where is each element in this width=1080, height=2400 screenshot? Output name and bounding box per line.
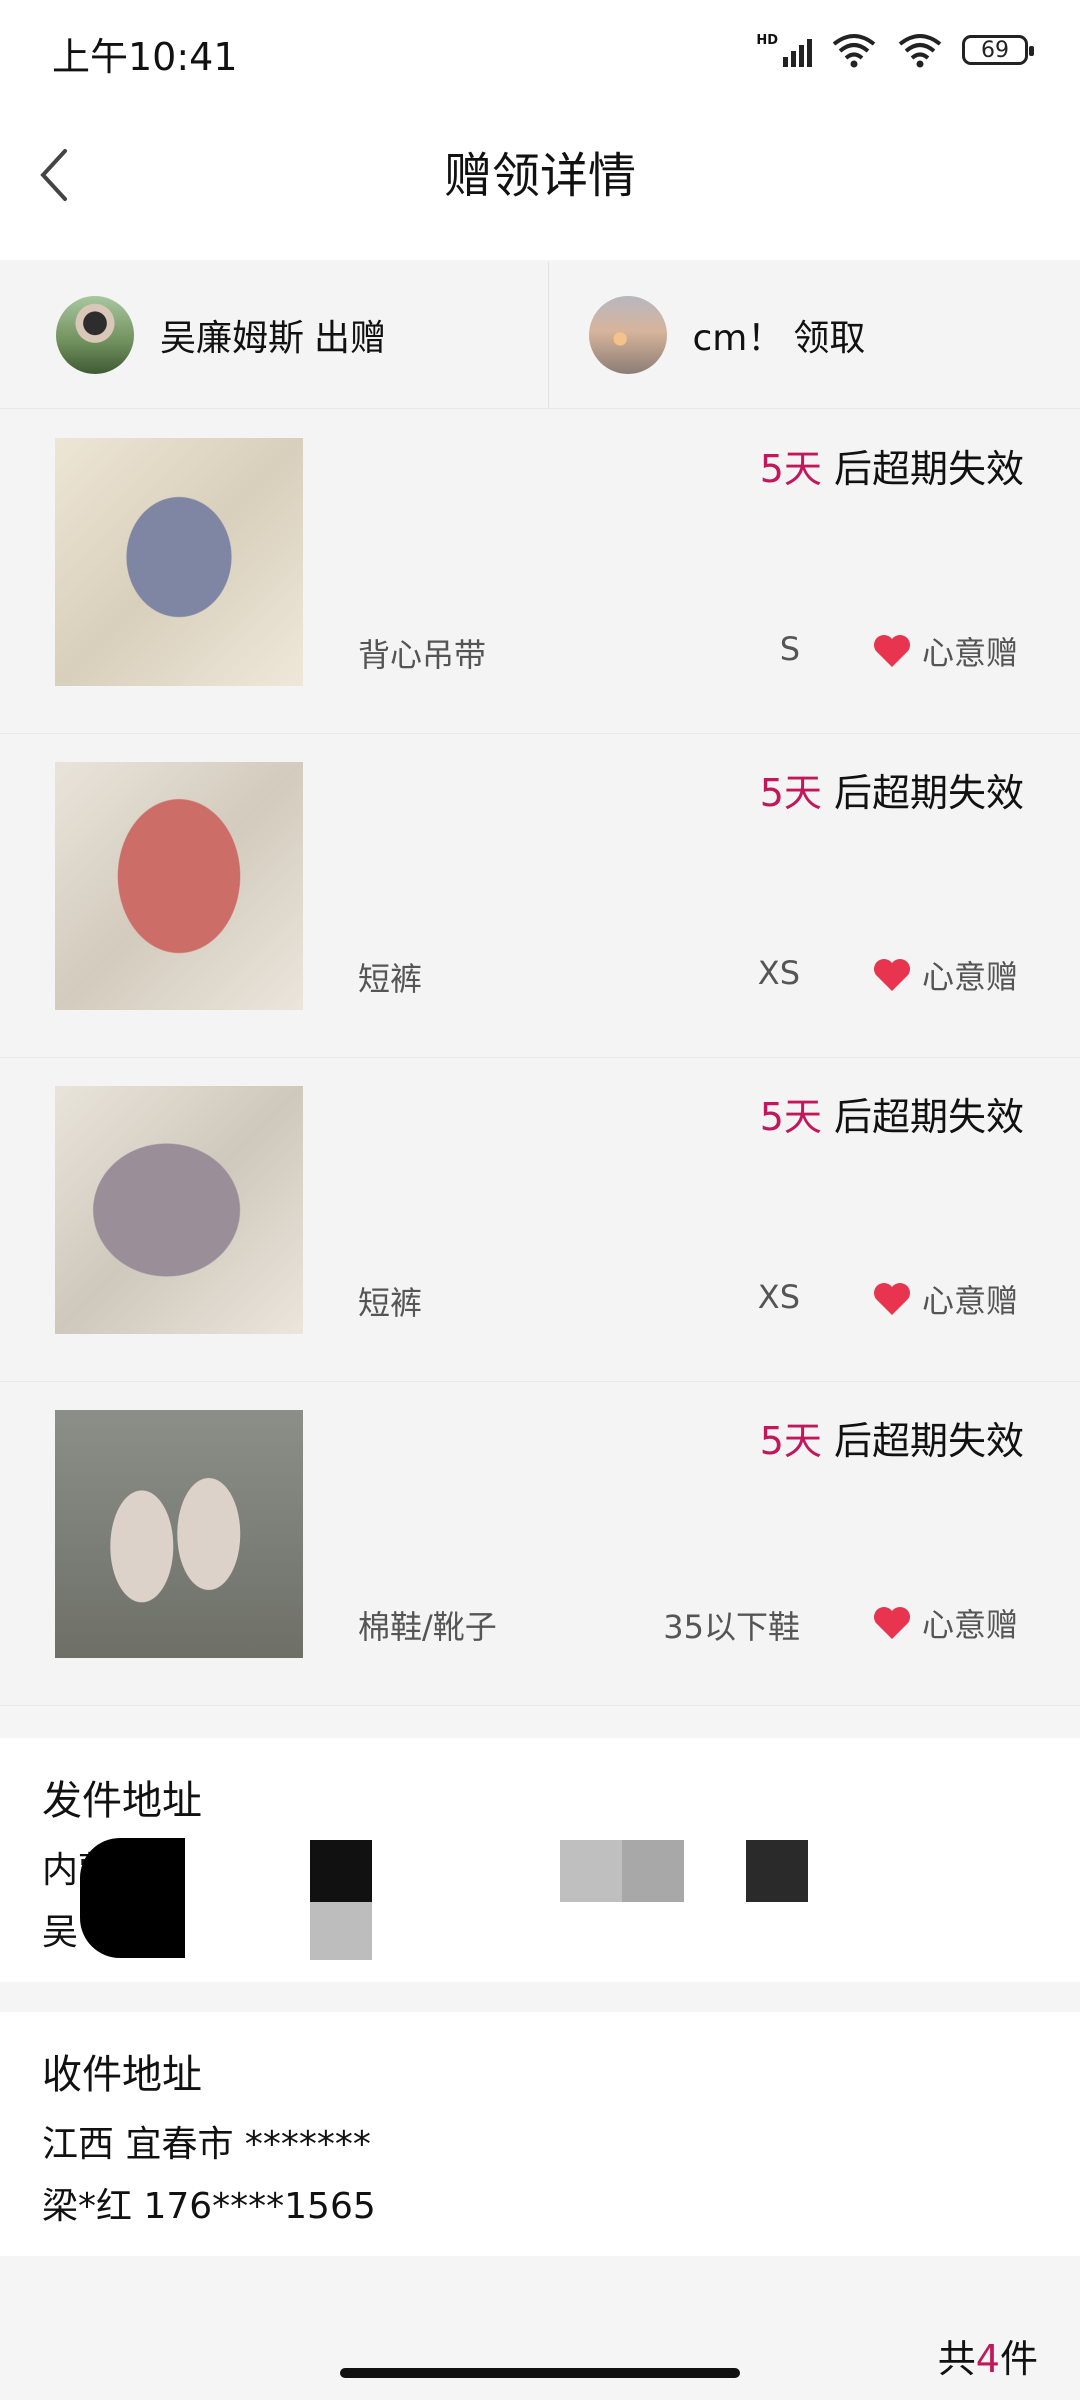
item-size: 35以下鞋 bbox=[663, 1608, 800, 1646]
hd-signal-icon: HD bbox=[756, 33, 812, 67]
send-address-line2: 吴 bbox=[42, 1912, 79, 1953]
status-time: 上午10:41 bbox=[52, 35, 238, 79]
list-item[interactable]: 5天 后超期失效 短裤 XS 心意赠 bbox=[0, 734, 1080, 1058]
expire-text: 后超期失效 bbox=[833, 771, 1024, 815]
expire-days: 5天 bbox=[759, 771, 822, 815]
gift-tag: 心意赠 bbox=[872, 628, 1018, 674]
expire-text: 后超期失效 bbox=[833, 1419, 1024, 1463]
giver-label: 吴廉姆斯 出赠 bbox=[160, 309, 386, 361]
item-count: 共4件 bbox=[938, 2328, 1038, 2383]
gift-tag-label: 心意赠 bbox=[921, 634, 1018, 672]
battery-level: 69 bbox=[981, 37, 1009, 63]
count-number: 4 bbox=[975, 2337, 1000, 2381]
item-name: 背心吊带 bbox=[358, 636, 487, 674]
send-address-heading: 发件地址 bbox=[42, 1778, 202, 1824]
gift-tag: 心意赠 bbox=[872, 1600, 1018, 1646]
gift-tag-label: 心意赠 bbox=[921, 958, 1018, 996]
list-item[interactable]: 5天 后超期失效 短裤 XS 心意赠 bbox=[0, 1058, 1080, 1382]
receive-address-heading: 收件地址 bbox=[42, 2052, 202, 2098]
expire-note: 5天 后超期失效 bbox=[760, 438, 1024, 493]
expire-note: 5天 后超期失效 bbox=[760, 762, 1024, 817]
gift-tag: 心意赠 bbox=[872, 1276, 1018, 1322]
item-size: XS bbox=[757, 954, 800, 992]
gift-tag: 心意赠 bbox=[872, 952, 1018, 998]
giver-action: 出赠 bbox=[314, 318, 387, 359]
item-photo[interactable] bbox=[55, 762, 303, 1010]
expire-text: 后超期失效 bbox=[833, 447, 1024, 491]
redaction-block bbox=[746, 1840, 808, 1902]
item-name: 棉鞋/靴子 bbox=[358, 1608, 497, 1646]
status-icons: HD 69 bbox=[756, 28, 1034, 72]
redaction-block bbox=[560, 1840, 622, 1902]
gift-tag-label: 心意赠 bbox=[921, 1606, 1018, 1644]
item-list: 5天 后超期失效 背心吊带 S 心意赠 5天 后超期失效 短裤 XS 心意赠 5… bbox=[0, 410, 1080, 1706]
send-address-card: 发件地址 内蒙古 吴 bbox=[0, 1738, 1080, 1982]
status-bar: 上午10:41 HD 69 bbox=[0, 0, 1080, 100]
expire-days: 5天 bbox=[759, 1095, 822, 1139]
expire-note: 5天 后超期失效 bbox=[760, 1410, 1024, 1465]
item-photo[interactable] bbox=[55, 1086, 303, 1334]
redaction-block bbox=[80, 1838, 185, 1958]
giver-name: 吴廉姆斯 bbox=[160, 318, 305, 359]
count-suffix: 件 bbox=[999, 2337, 1038, 2381]
receive-address-card: 收件地址 江西 宜春市 ******* 梁*红 176****1565 bbox=[0, 2012, 1080, 2256]
heart-icon bbox=[873, 1283, 910, 1315]
item-name: 短裤 bbox=[358, 960, 423, 998]
heart-icon bbox=[873, 959, 910, 991]
gift-tag-label: 心意赠 bbox=[921, 1282, 1018, 1320]
nav-bar: 赠领详情 bbox=[0, 100, 1080, 260]
redaction-block bbox=[622, 1840, 684, 1902]
receiver-avatar bbox=[588, 296, 667, 374]
item-size: S bbox=[779, 630, 800, 668]
participants-row: 吴廉姆斯 出赠 cm！ 领取 bbox=[0, 262, 1080, 409]
page-title: 赠领详情 bbox=[443, 148, 636, 204]
send-address-line1: 内蒙古 bbox=[42, 1840, 1038, 1902]
item-photo[interactable] bbox=[55, 1410, 303, 1658]
expire-days: 5天 bbox=[759, 1419, 822, 1463]
receive-address-line1: 江西 宜春市 ******* bbox=[42, 2124, 371, 2165]
redaction-block bbox=[310, 1902, 372, 1960]
expire-text: 后超期失效 bbox=[833, 1095, 1024, 1139]
list-item[interactable]: 5天 后超期失效 棉鞋/靴子 35以下鞋 心意赠 bbox=[0, 1382, 1080, 1706]
giver-avatar bbox=[56, 296, 134, 374]
expire-days: 5天 bbox=[759, 447, 822, 491]
list-item[interactable]: 5天 后超期失效 背心吊带 S 心意赠 bbox=[0, 410, 1080, 734]
home-indicator[interactable] bbox=[340, 2368, 740, 2378]
battery-icon: 69 bbox=[962, 35, 1034, 65]
item-size: XS bbox=[757, 1278, 800, 1316]
receiver-label: cm！ 领取 bbox=[693, 309, 866, 361]
wifi-icon bbox=[832, 34, 876, 68]
receiver-action: 领取 bbox=[793, 318, 866, 359]
hd-label: HD bbox=[756, 33, 778, 48]
item-name: 短裤 bbox=[358, 1284, 423, 1322]
heart-icon bbox=[873, 1607, 910, 1639]
heart-icon bbox=[873, 635, 910, 667]
item-photo[interactable] bbox=[55, 438, 303, 686]
receive-address-line2: 梁*红 176****1565 bbox=[42, 2186, 376, 2227]
redaction-block bbox=[310, 1840, 372, 1902]
giver[interactable]: 吴廉姆斯 出赠 bbox=[0, 262, 548, 408]
count-prefix: 共 bbox=[937, 2337, 976, 2381]
receiver[interactable]: cm！ 领取 bbox=[547, 262, 1080, 408]
expire-note: 5天 后超期失效 bbox=[760, 1086, 1024, 1141]
wifi-icon-2 bbox=[898, 34, 942, 68]
receiver-name: cm！ bbox=[692, 318, 784, 359]
